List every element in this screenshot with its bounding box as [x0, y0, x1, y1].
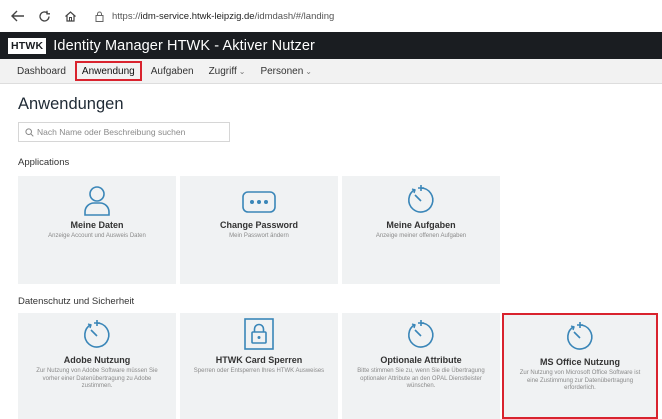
- tile-optionale-attribute[interactable]: Optionale Attribute Bitte stimmen Sie zu…: [342, 313, 500, 419]
- search-icon: [24, 127, 34, 137]
- timer-icon: [565, 319, 595, 353]
- timer-icon: [406, 182, 436, 216]
- tab-zugriff[interactable]: Zugriff ⌄: [209, 62, 246, 80]
- main-nav: Dashboard Anwendung Aufgaben Zugriff ⌄ Pe…: [0, 59, 662, 84]
- tile-title: Meine Daten: [70, 220, 124, 230]
- timer-icon: [406, 317, 436, 351]
- chevron-down-icon: ⌄: [238, 66, 246, 76]
- tab-aufgaben[interactable]: Aufgaben: [151, 62, 194, 80]
- tile-change-password[interactable]: Change Password Mein Passwort ändern: [180, 176, 338, 284]
- tile-description: Bitte stimmen Sie zu, wenn Sie die Übert…: [357, 368, 485, 389]
- page-title: Anwendungen: [18, 95, 124, 113]
- tab-zugriff-label: Zugriff: [208, 65, 237, 77]
- search-input[interactable]: [37, 127, 227, 137]
- timer-icon: [82, 317, 112, 351]
- lock-icon: [92, 9, 106, 23]
- tile-description: Anzeige meiner offenen Aufgaben: [375, 233, 467, 239]
- section-label-datenschutz: Datenschutz und Sicherheit: [18, 296, 135, 307]
- tile-description: Sperren oder Entsperren Ihres HTWK Auswe…: [193, 368, 325, 374]
- address-bar[interactable]: https://idm-service.htwk-leipzig.de/idmd…: [92, 5, 334, 27]
- tile-description: Zur Nutzung von Adobe Software müssen Si…: [36, 368, 158, 389]
- section-label-applications: Applications: [18, 157, 70, 168]
- tile-description: Mein Passwort ändern: [229, 233, 289, 239]
- app-title: Identity Manager HTWK - Aktiver Nutzer: [53, 37, 315, 54]
- tile-description: Zur Nutzung von Microsoft Office Softwar…: [519, 370, 641, 391]
- tile-title: Meine Aufgaben: [386, 220, 456, 230]
- tile-title: Optionale Attribute: [380, 355, 462, 365]
- tile-meine-aufgaben[interactable]: Meine Aufgaben Anzeige meiner offenen Au…: [342, 176, 500, 284]
- tile-title: Change Password: [219, 220, 299, 230]
- tab-personen[interactable]: Personen ⌄: [260, 62, 312, 80]
- tile-title: MS Office Nutzung: [540, 357, 620, 367]
- tile-ms-office-nutzung[interactable]: MS Office Nutzung Zur Nutzung von Micros…: [502, 313, 658, 419]
- tile-adobe-nutzung[interactable]: Adobe Nutzung Zur Nutzung von Adobe Soft…: [18, 313, 176, 419]
- tile-description: Anzeige Account und Ausweis Daten: [48, 233, 146, 239]
- password-icon: [241, 182, 277, 216]
- tile-title: HTWK Card Sperren: [215, 355, 303, 365]
- tile-htwk-card-sperren[interactable]: HTWK Card Sperren Sperren oder Entsperre…: [180, 313, 338, 419]
- search-box[interactable]: [18, 122, 230, 142]
- tile-title: Adobe Nutzung: [63, 355, 131, 365]
- reload-icon[interactable]: [34, 6, 54, 26]
- card-lock-icon: [243, 317, 275, 351]
- url-text: https://idm-service.htwk-leipzig.de/idmd…: [112, 10, 335, 22]
- home-icon[interactable]: [60, 6, 80, 26]
- browser-toolbar: https://idm-service.htwk-leipzig.de/idmd…: [0, 0, 662, 32]
- chevron-down-icon: ⌄: [305, 66, 312, 76]
- tab-anwendung[interactable]: Anwendung: [74, 61, 142, 81]
- tab-personen-label: Personen: [260, 65, 304, 77]
- app-header: HTWK Identity Manager HTWK - Aktiver Nut…: [0, 32, 662, 59]
- back-arrow-icon[interactable]: [8, 6, 28, 26]
- htwk-logo[interactable]: HTWK: [8, 37, 47, 54]
- user-icon: [82, 182, 112, 216]
- tab-dashboard[interactable]: Dashboard: [17, 62, 66, 80]
- tile-meine-daten[interactable]: Meine Daten Anzeige Account und Ausweis …: [18, 176, 176, 284]
